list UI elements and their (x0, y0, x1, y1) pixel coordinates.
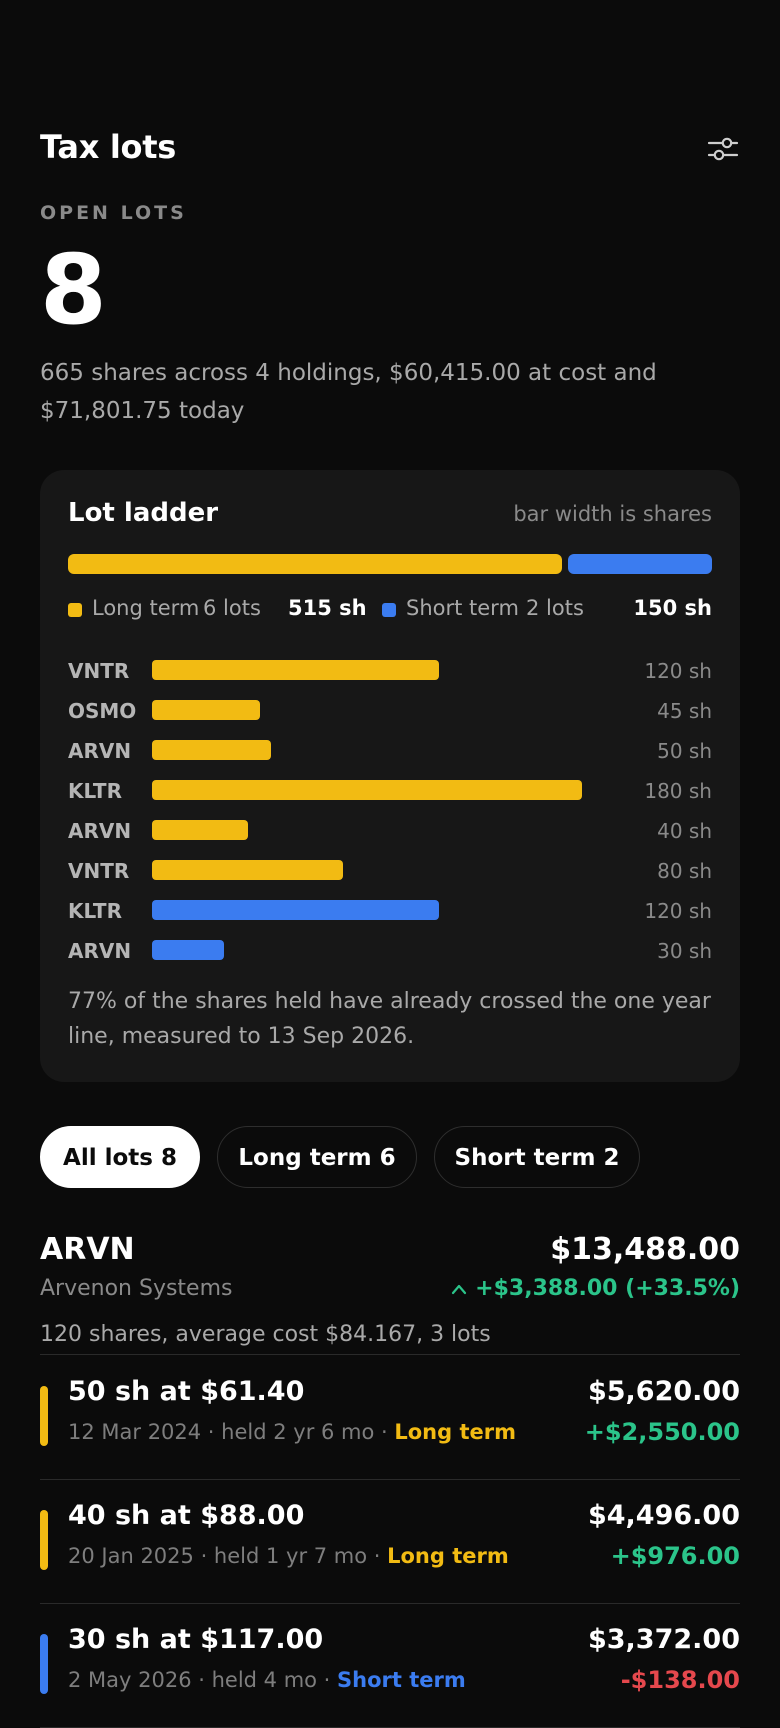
holding-gain: +$3,388.00 (+33.5%) (451, 1276, 740, 1301)
ladder-bar (152, 660, 439, 680)
term-split-bar (68, 554, 712, 574)
ladder-row: KLTR 120 sh (68, 892, 712, 932)
header: Tax lots (40, 128, 740, 172)
term-indicator (40, 1510, 48, 1570)
short-term-label: Short term (406, 596, 519, 620)
ladder-shares: 45 sh (657, 699, 712, 723)
lot-value: $4,496.00 (587, 1500, 740, 1531)
lot-date-held: 20 Jan 2025 · held 1 yr 7 mo · (68, 1544, 388, 1568)
ladder-shares: 180 sh (644, 779, 712, 803)
ladder-shares: 40 sh (657, 819, 712, 843)
lot-pl: -$138.00 (620, 1666, 740, 1694)
lot-details: 2 May 2026 · held 4 mo · Short term (68, 1668, 466, 1692)
ladder-row: VNTR 120 sh (68, 652, 712, 692)
ladder-bar (152, 780, 582, 800)
short-term-lots: 2 lots (526, 596, 584, 620)
lot-ladder-rows: VNTR 120 sh OSMO 45 sh ARVN 50 sh KLTR 180 sh AR… (68, 652, 712, 972)
chip-long-term[interactable]: Long term 6 (217, 1126, 417, 1188)
lot-title: 50 sh at $61.40 (68, 1376, 305, 1407)
long-term-segment (68, 554, 563, 574)
ladder-row: ARVN 30 sh (68, 932, 712, 972)
lot-value: $5,620.00 (587, 1376, 740, 1407)
portfolio-summary: 665 shares across 4 holdings, $60,415.00… (40, 360, 657, 424)
long-term-label: Long term (92, 596, 200, 620)
holding-gain-value: +$3,388.00 (+33.5%) (475, 1276, 740, 1301)
lot-row[interactable]: 30 sh at $117.00 2 May 2026 · held 4 mo ·… (40, 1604, 740, 1728)
ladder-ticker: KLTR (68, 779, 122, 803)
ladder-row: VNTR 80 sh (68, 852, 712, 892)
lot-row[interactable]: 50 sh at $61.40 12 Mar 2024 · held 2 yr 6… (40, 1356, 740, 1480)
ladder-bar (152, 700, 260, 720)
lot-ladder-title: Lot ladder (68, 498, 219, 528)
ladder-shares: 120 sh (644, 659, 712, 683)
ladder-ticker: VNTR (68, 859, 130, 883)
ladder-bar (152, 820, 248, 840)
holding-value: $13,488.00 (550, 1232, 740, 1267)
lot-date-held: 2 May 2026 · held 4 mo · (68, 1668, 338, 1692)
lot-row[interactable]: 40 sh at $88.00 20 Jan 2025 · held 1 yr 7… (40, 1480, 740, 1604)
ladder-ticker: ARVN (68, 939, 132, 963)
lot-ladder-hint: bar width is shares (513, 502, 712, 526)
term-indicator (40, 1386, 48, 1446)
short-term-shares: 150 sh (633, 596, 712, 620)
ladder-row: ARVN 40 sh (68, 812, 712, 852)
long-term-lots: 6 lots (203, 596, 261, 620)
holding-name: Arvenon Systems (40, 1276, 233, 1301)
lot-term: Long term (394, 1420, 516, 1444)
ladder-row: OSMO 45 sh (68, 692, 712, 732)
ladder-shares: 50 sh (657, 739, 712, 763)
lot-ladder-card: Lot ladder bar width is shares Long term… (40, 470, 740, 1082)
ladder-ticker: KLTR (68, 899, 122, 923)
lot-title: 40 sh at $88.00 (68, 1500, 305, 1531)
ladder-ticker: ARVN (68, 819, 132, 843)
lot-ladder-note: 77% of the shares held have already cros… (68, 989, 711, 1049)
short-term-swatch (382, 603, 396, 617)
ladder-shares: 80 sh (657, 859, 712, 883)
ladder-ticker: ARVN (68, 739, 132, 763)
lot-details: 20 Jan 2025 · held 1 yr 7 mo · Long term (68, 1544, 509, 1568)
lot-term: Long term (387, 1544, 509, 1568)
open-lots-count: 8 (40, 234, 107, 346)
ladder-row: ARVN 50 sh (68, 732, 712, 772)
chevron-up-icon (451, 1276, 467, 1301)
page-title: Tax lots (40, 128, 176, 166)
ladder-ticker: VNTR (68, 659, 130, 683)
ladder-bar (152, 940, 224, 960)
ladder-ticker: OSMO (68, 699, 137, 723)
ladder-bar (152, 900, 439, 920)
holding-ticker: ARVN (40, 1232, 135, 1267)
ladder-bar (152, 860, 344, 880)
chip-short-term[interactable]: Short term 2 (434, 1126, 640, 1188)
short-term-segment (568, 554, 712, 574)
ladder-shares: 30 sh (657, 939, 712, 963)
long-term-swatch (68, 603, 82, 617)
ladder-row: KLTR 180 sh (68, 772, 712, 812)
lot-term: Short term (337, 1668, 466, 1692)
open-lots-overline: OPEN LOTS (40, 202, 187, 224)
lot-pl: +$2,550.00 (584, 1418, 740, 1446)
lot-pl: +$976.00 (610, 1542, 740, 1570)
chip-all-lots[interactable]: All lots 8 (40, 1126, 200, 1188)
ladder-bar (152, 740, 272, 760)
long-term-shares: 515 sh (288, 596, 367, 620)
lot-title: 30 sh at $117.00 (68, 1624, 324, 1655)
ladder-shares: 120 sh (644, 899, 712, 923)
lot-value: $3,372.00 (587, 1624, 740, 1655)
lot-date-held: 12 Mar 2024 · held 2 yr 6 mo · (68, 1420, 395, 1444)
lot-details: 12 Mar 2024 · held 2 yr 6 mo · Long term (68, 1420, 516, 1444)
sliders-icon[interactable] (706, 132, 740, 166)
term-legend: Long term 6 lots 515 sh Short term 2 lot… (68, 594, 712, 624)
holding-meta: 120 shares, average cost $84.167, 3 lots (40, 1322, 491, 1347)
term-indicator (40, 1634, 48, 1694)
divider (40, 1354, 740, 1355)
filter-chips: All lots 8 Long term 6 Short term 2 (40, 1126, 740, 1190)
